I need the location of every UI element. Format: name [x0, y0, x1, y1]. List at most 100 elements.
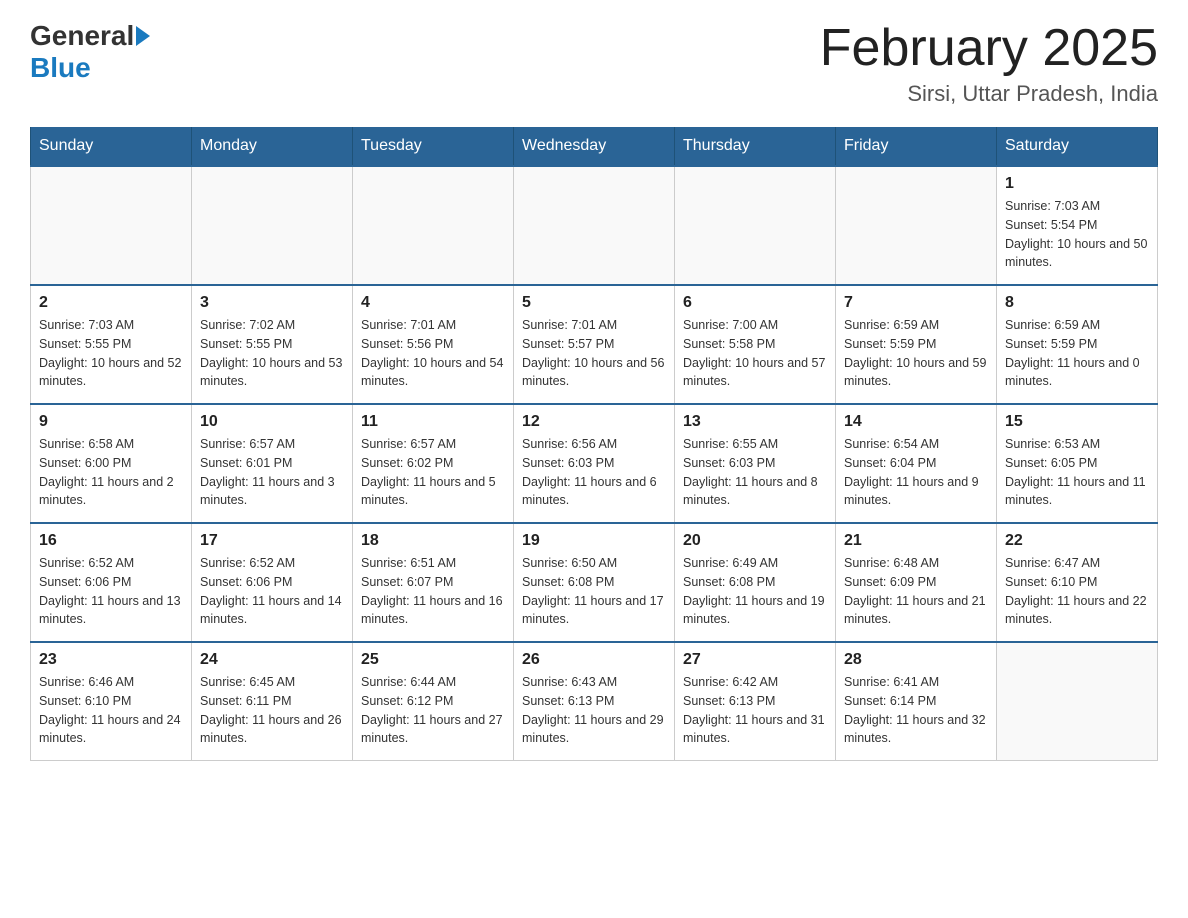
calendar-week-row: 2 Sunrise: 7:03 AMSunset: 5:55 PMDaylight…	[31, 285, 1158, 404]
calendar-cell: 18Sunrise: 6:51 AMSunset: 6:07 PMDayligh…	[353, 523, 514, 642]
day-info: Sunrise: 7:01 AMSunset: 5:56 PMDaylight:…	[361, 316, 505, 391]
weekday-header-thursday: Thursday	[675, 127, 836, 166]
calendar-cell: 15 Sunrise: 6:53 AMSunset: 6:05 PMDayligh…	[997, 404, 1158, 523]
day-number: 28	[844, 651, 988, 669]
weekday-header-friday: Friday	[836, 127, 997, 166]
calendar-cell: 7 Sunrise: 6:59 AMSunset: 5:59 PMDaylight…	[836, 285, 997, 404]
day-number: 12	[522, 413, 666, 431]
calendar-cell: 24 Sunrise: 6:45 AMSunset: 6:11 PMDayligh…	[192, 642, 353, 761]
calendar-cell: 5 Sunrise: 7:01 AMSunset: 5:57 PMDaylight…	[514, 285, 675, 404]
day-info: Sunrise: 7:03 AMSunset: 5:55 PMDaylight:…	[39, 316, 183, 391]
day-number: 15	[1005, 413, 1149, 431]
calendar-cell: 2 Sunrise: 7:03 AMSunset: 5:55 PMDaylight…	[31, 285, 192, 404]
calendar-week-row: 1Sunrise: 7:03 AMSunset: 5:54 PMDaylight…	[31, 166, 1158, 285]
day-info: Sunrise: 6:42 AMSunset: 6:13 PMDaylight:…	[683, 673, 827, 748]
day-number: 20	[683, 532, 827, 550]
day-number: 3	[200, 294, 344, 312]
day-info: Sunrise: 6:59 AMSunset: 5:59 PMDaylight:…	[1005, 316, 1149, 391]
calendar-week-row: 9 Sunrise: 6:58 AMSunset: 6:00 PMDaylight…	[31, 404, 1158, 523]
day-info: Sunrise: 6:57 AMSunset: 6:02 PMDaylight:…	[361, 435, 505, 510]
day-number: 21	[844, 532, 988, 550]
day-number: 24	[200, 651, 344, 669]
day-number: 25	[361, 651, 505, 669]
calendar-cell: 23 Sunrise: 6:46 AMSunset: 6:10 PMDayligh…	[31, 642, 192, 761]
calendar-cell	[997, 642, 1158, 761]
day-number: 9	[39, 413, 183, 431]
location-text: Sirsi, Uttar Pradesh, India	[820, 81, 1158, 107]
calendar-cell: 14 Sunrise: 6:54 AMSunset: 6:04 PMDayligh…	[836, 404, 997, 523]
day-number: 23	[39, 651, 183, 669]
calendar-cell: 1Sunrise: 7:03 AMSunset: 5:54 PMDaylight…	[997, 166, 1158, 285]
calendar-table: SundayMondayTuesdayWednesdayThursdayFrid…	[30, 127, 1158, 761]
weekday-header-row: SundayMondayTuesdayWednesdayThursdayFrid…	[31, 127, 1158, 166]
day-info: Sunrise: 6:43 AMSunset: 6:13 PMDaylight:…	[522, 673, 666, 748]
calendar-cell: 27 Sunrise: 6:42 AMSunset: 6:13 PMDayligh…	[675, 642, 836, 761]
day-number: 6	[683, 294, 827, 312]
month-title: February 2025	[820, 20, 1158, 77]
calendar-cell: 13 Sunrise: 6:55 AMSunset: 6:03 PMDayligh…	[675, 404, 836, 523]
day-info: Sunrise: 7:00 AMSunset: 5:58 PMDaylight:…	[683, 316, 827, 391]
day-info: Sunrise: 6:59 AMSunset: 5:59 PMDaylight:…	[844, 316, 988, 391]
calendar-cell: 6 Sunrise: 7:00 AMSunset: 5:58 PMDaylight…	[675, 285, 836, 404]
day-info: Sunrise: 6:48 AMSunset: 6:09 PMDaylight:…	[844, 554, 988, 629]
calendar-cell: 4 Sunrise: 7:01 AMSunset: 5:56 PMDaylight…	[353, 285, 514, 404]
calendar-cell: 22 Sunrise: 6:47 AMSunset: 6:10 PMDayligh…	[997, 523, 1158, 642]
logo-blue-text: Blue	[30, 52, 91, 83]
day-info: Sunrise: 7:02 AMSunset: 5:55 PMDaylight:…	[200, 316, 344, 391]
day-number: 4	[361, 294, 505, 312]
day-info: Sunrise: 6:52 AMSunset: 6:06 PMDaylight:…	[200, 554, 344, 629]
day-number: 13	[683, 413, 827, 431]
calendar-cell: 20 Sunrise: 6:49 AMSunset: 6:08 PMDayligh…	[675, 523, 836, 642]
day-number: 7	[844, 294, 988, 312]
day-number: 18	[361, 532, 505, 550]
day-info: Sunrise: 6:49 AMSunset: 6:08 PMDaylight:…	[683, 554, 827, 629]
calendar-week-row: 23 Sunrise: 6:46 AMSunset: 6:10 PMDayligh…	[31, 642, 1158, 761]
day-info: Sunrise: 6:41 AMSunset: 6:14 PMDaylight:…	[844, 673, 988, 748]
day-info: Sunrise: 7:03 AMSunset: 5:54 PMDaylight:…	[1005, 197, 1149, 272]
day-info: Sunrise: 6:52 AMSunset: 6:06 PMDaylight:…	[39, 554, 183, 629]
day-info: Sunrise: 6:58 AMSunset: 6:00 PMDaylight:…	[39, 435, 183, 510]
day-info: Sunrise: 6:54 AMSunset: 6:04 PMDaylight:…	[844, 435, 988, 510]
calendar-cell: 28 Sunrise: 6:41 AMSunset: 6:14 PMDayligh…	[836, 642, 997, 761]
day-number: 5	[522, 294, 666, 312]
weekday-header-saturday: Saturday	[997, 127, 1158, 166]
day-info: Sunrise: 6:55 AMSunset: 6:03 PMDaylight:…	[683, 435, 827, 510]
day-info: Sunrise: 6:44 AMSunset: 6:12 PMDaylight:…	[361, 673, 505, 748]
logo-arrow-icon	[136, 26, 150, 46]
day-number: 19	[522, 532, 666, 550]
calendar-cell: 9 Sunrise: 6:58 AMSunset: 6:00 PMDaylight…	[31, 404, 192, 523]
calendar-cell: 25 Sunrise: 6:44 AMSunset: 6:12 PMDayligh…	[353, 642, 514, 761]
calendar-cell	[353, 166, 514, 285]
calendar-cell	[192, 166, 353, 285]
calendar-cell	[836, 166, 997, 285]
day-number: 22	[1005, 532, 1149, 550]
calendar-cell: 11 Sunrise: 6:57 AMSunset: 6:02 PMDayligh…	[353, 404, 514, 523]
calendar-cell: 21 Sunrise: 6:48 AMSunset: 6:09 PMDayligh…	[836, 523, 997, 642]
day-info: Sunrise: 6:45 AMSunset: 6:11 PMDaylight:…	[200, 673, 344, 748]
day-info: Sunrise: 6:56 AMSunset: 6:03 PMDaylight:…	[522, 435, 666, 510]
calendar-cell: 16 Sunrise: 6:52 AMSunset: 6:06 PMDayligh…	[31, 523, 192, 642]
calendar-cell: 17Sunrise: 6:52 AMSunset: 6:06 PMDayligh…	[192, 523, 353, 642]
calendar-cell: 3 Sunrise: 7:02 AMSunset: 5:55 PMDaylight…	[192, 285, 353, 404]
weekday-header-monday: Monday	[192, 127, 353, 166]
calendar-cell	[675, 166, 836, 285]
day-number: 2	[39, 294, 183, 312]
day-number: 26	[522, 651, 666, 669]
day-number: 11	[361, 413, 505, 431]
day-number: 14	[844, 413, 988, 431]
weekday-header-sunday: Sunday	[31, 127, 192, 166]
day-info: Sunrise: 7:01 AMSunset: 5:57 PMDaylight:…	[522, 316, 666, 391]
calendar-cell: 26 Sunrise: 6:43 AMSunset: 6:13 PMDayligh…	[514, 642, 675, 761]
logo: General Blue	[30, 20, 152, 84]
weekday-header-tuesday: Tuesday	[353, 127, 514, 166]
calendar-cell	[31, 166, 192, 285]
day-info: Sunrise: 6:46 AMSunset: 6:10 PMDaylight:…	[39, 673, 183, 748]
day-info: Sunrise: 6:47 AMSunset: 6:10 PMDaylight:…	[1005, 554, 1149, 629]
title-block: February 2025 Sirsi, Uttar Pradesh, Indi…	[820, 20, 1158, 107]
day-number: 16	[39, 532, 183, 550]
calendar-cell: 8 Sunrise: 6:59 AMSunset: 5:59 PMDaylight…	[997, 285, 1158, 404]
day-number: 27	[683, 651, 827, 669]
calendar-cell: 12 Sunrise: 6:56 AMSunset: 6:03 PMDayligh…	[514, 404, 675, 523]
day-info: Sunrise: 6:53 AMSunset: 6:05 PMDaylight:…	[1005, 435, 1149, 510]
day-number: 8	[1005, 294, 1149, 312]
